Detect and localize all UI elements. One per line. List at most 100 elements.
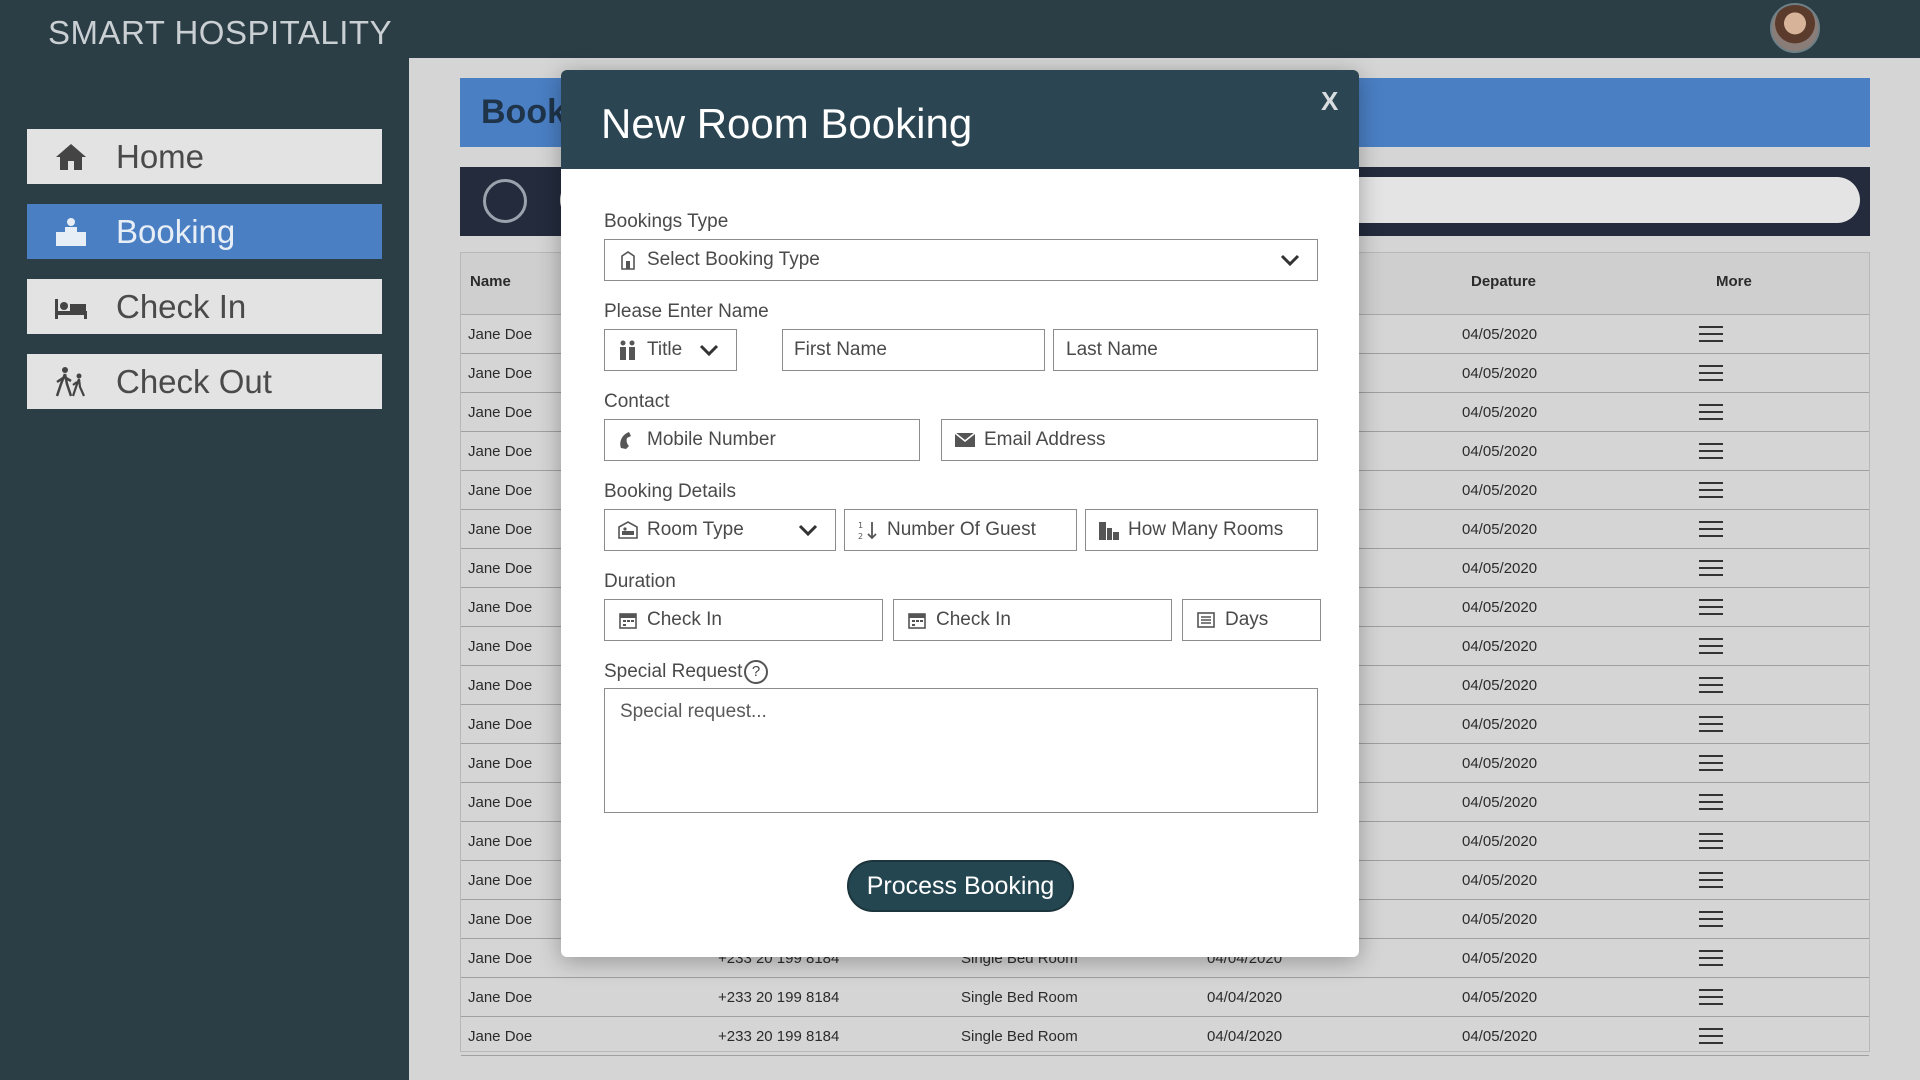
home-icon	[51, 137, 91, 177]
sidebar: Home Booking Check In Check Out	[0, 58, 409, 1080]
column-header-more: More	[1716, 273, 1752, 290]
sidebar-item-label: Booking	[116, 212, 236, 250]
hamburger-menu-icon[interactable]	[1699, 989, 1723, 1007]
buildings-icon	[1098, 519, 1120, 541]
check-in-placeholder: Check In	[647, 609, 722, 630]
mobile-number-field[interactable]: Mobile Number	[604, 419, 920, 461]
cell-departure: 04/05/2020	[1462, 560, 1538, 577]
sidebar-item-label: Check In	[116, 287, 247, 325]
column-header-departure: Depature	[1471, 273, 1537, 290]
top-bar: SMART HOSPITALITY	[0, 0, 1920, 58]
check-in-date-field[interactable]: Check In	[604, 599, 883, 641]
cell-room-type: Single Bed Room	[961, 989, 1078, 1006]
page-title: Book	[481, 93, 566, 131]
days-field[interactable]: Days	[1182, 599, 1321, 641]
cell-name: Jane Doe	[468, 560, 533, 577]
hotel-icon[interactable]	[483, 179, 527, 223]
guests-placeholder: Number Of Guest	[887, 519, 1036, 540]
phone-icon	[617, 429, 639, 451]
bookings-type-label: Bookings Type	[604, 211, 729, 232]
table-row: Jane Doe +233 20 199 8184 Single Bed Room 0…	[461, 978, 1869, 1017]
hamburger-menu-icon[interactable]	[1699, 638, 1723, 656]
cell-phone: +233 20 199 8184	[718, 1028, 840, 1045]
cell-name: Jane Doe	[468, 833, 533, 850]
last-name-field[interactable]: Last Name	[1053, 329, 1318, 371]
cell-arrival: 04/04/2020	[1207, 989, 1283, 1006]
mobile-placeholder: Mobile Number	[647, 429, 776, 450]
cell-name: Jane Doe	[468, 482, 533, 499]
walking-people-icon	[51, 362, 91, 402]
chevron-down-icon	[798, 524, 818, 537]
hamburger-menu-icon[interactable]	[1699, 560, 1723, 578]
cell-departure: 04/05/2020	[1462, 833, 1538, 850]
hamburger-menu-icon[interactable]	[1699, 482, 1723, 500]
cell-name: Jane Doe	[468, 638, 533, 655]
hamburger-menu-icon[interactable]	[1699, 833, 1723, 851]
special-request-textarea[interactable]: Special request...	[604, 688, 1318, 813]
hamburger-menu-icon[interactable]	[1699, 872, 1723, 890]
email-field[interactable]: Email Address	[941, 419, 1318, 461]
cell-departure: 04/05/2020	[1462, 326, 1538, 343]
svg-text:1: 1	[858, 521, 863, 530]
column-header-name: Name	[470, 273, 511, 290]
room-type-select[interactable]: Room Type	[604, 509, 836, 551]
name-label: Please Enter Name	[604, 301, 769, 322]
cell-name: Jane Doe	[468, 872, 533, 889]
cell-name: Jane Doe	[468, 521, 533, 538]
sidebar-item-booking[interactable]: Booking	[27, 204, 382, 259]
cell-name: Jane Doe	[468, 911, 533, 928]
first-name-field[interactable]: First Name	[782, 329, 1045, 371]
cell-name: Jane Doe	[468, 989, 533, 1006]
new-booking-modal: New Room Booking X Bookings Type Select …	[561, 70, 1359, 957]
hamburger-menu-icon[interactable]	[1699, 1028, 1723, 1046]
reception-desk-icon	[51, 212, 91, 252]
how-many-rooms-field[interactable]: How Many Rooms	[1085, 509, 1318, 551]
cell-departure: 04/05/2020	[1462, 599, 1538, 616]
cell-departure: 04/05/2020	[1462, 716, 1538, 733]
hamburger-menu-icon[interactable]	[1699, 443, 1723, 461]
svg-text:2: 2	[858, 532, 863, 541]
avatar[interactable]	[1770, 3, 1820, 53]
hamburger-menu-icon[interactable]	[1699, 794, 1723, 812]
room-type-value: Room Type	[647, 519, 744, 540]
cell-departure: 04/05/2020	[1462, 521, 1538, 538]
sidebar-item-check-in[interactable]: Check In	[27, 279, 382, 334]
last-name-placeholder: Last Name	[1066, 339, 1158, 360]
hamburger-menu-icon[interactable]	[1699, 521, 1723, 539]
hamburger-menu-icon[interactable]	[1699, 677, 1723, 695]
process-booking-button[interactable]: Process Booking	[847, 860, 1074, 912]
sidebar-item-check-out[interactable]: Check Out	[27, 354, 382, 409]
hamburger-menu-icon[interactable]	[1699, 404, 1723, 422]
help-icon[interactable]: ?	[744, 660, 768, 684]
cell-name: Jane Doe	[468, 755, 533, 772]
hamburger-menu-icon[interactable]	[1699, 716, 1723, 734]
cell-name: Jane Doe	[468, 443, 533, 460]
cell-departure: 04/05/2020	[1462, 950, 1538, 967]
cell-departure: 04/05/2020	[1462, 911, 1538, 928]
hamburger-menu-icon[interactable]	[1699, 950, 1723, 968]
cell-name: Jane Doe	[468, 1028, 533, 1045]
close-button[interactable]: X	[1321, 86, 1338, 117]
cell-name: Jane Doe	[468, 950, 533, 967]
booking-type-value: Select Booking Type	[647, 249, 820, 270]
title-select[interactable]: Title	[604, 329, 737, 371]
booking-type-select[interactable]: Select Booking Type	[604, 239, 1318, 281]
bed-icon	[51, 287, 91, 327]
hamburger-menu-icon[interactable]	[1699, 755, 1723, 773]
cell-name: Jane Doe	[468, 716, 533, 733]
hamburger-menu-icon[interactable]	[1699, 365, 1723, 383]
calendar-icon	[617, 609, 639, 631]
hamburger-menu-icon[interactable]	[1699, 326, 1723, 344]
number-of-guests-field[interactable]: 1 2 Number Of Guest	[844, 509, 1077, 551]
check-out-date-field[interactable]: Check In	[893, 599, 1172, 641]
cell-arrival: 04/04/2020	[1207, 1028, 1283, 1045]
hamburger-menu-icon[interactable]	[1699, 599, 1723, 617]
room-icon	[617, 519, 639, 541]
sidebar-item-home[interactable]: Home	[27, 129, 382, 184]
email-placeholder: Email Address	[984, 429, 1106, 450]
rooms-placeholder: How Many Rooms	[1128, 519, 1284, 540]
days-placeholder: Days	[1225, 609, 1269, 630]
hamburger-menu-icon[interactable]	[1699, 911, 1723, 929]
envelope-icon	[954, 429, 976, 451]
cell-departure: 04/05/2020	[1462, 404, 1538, 421]
